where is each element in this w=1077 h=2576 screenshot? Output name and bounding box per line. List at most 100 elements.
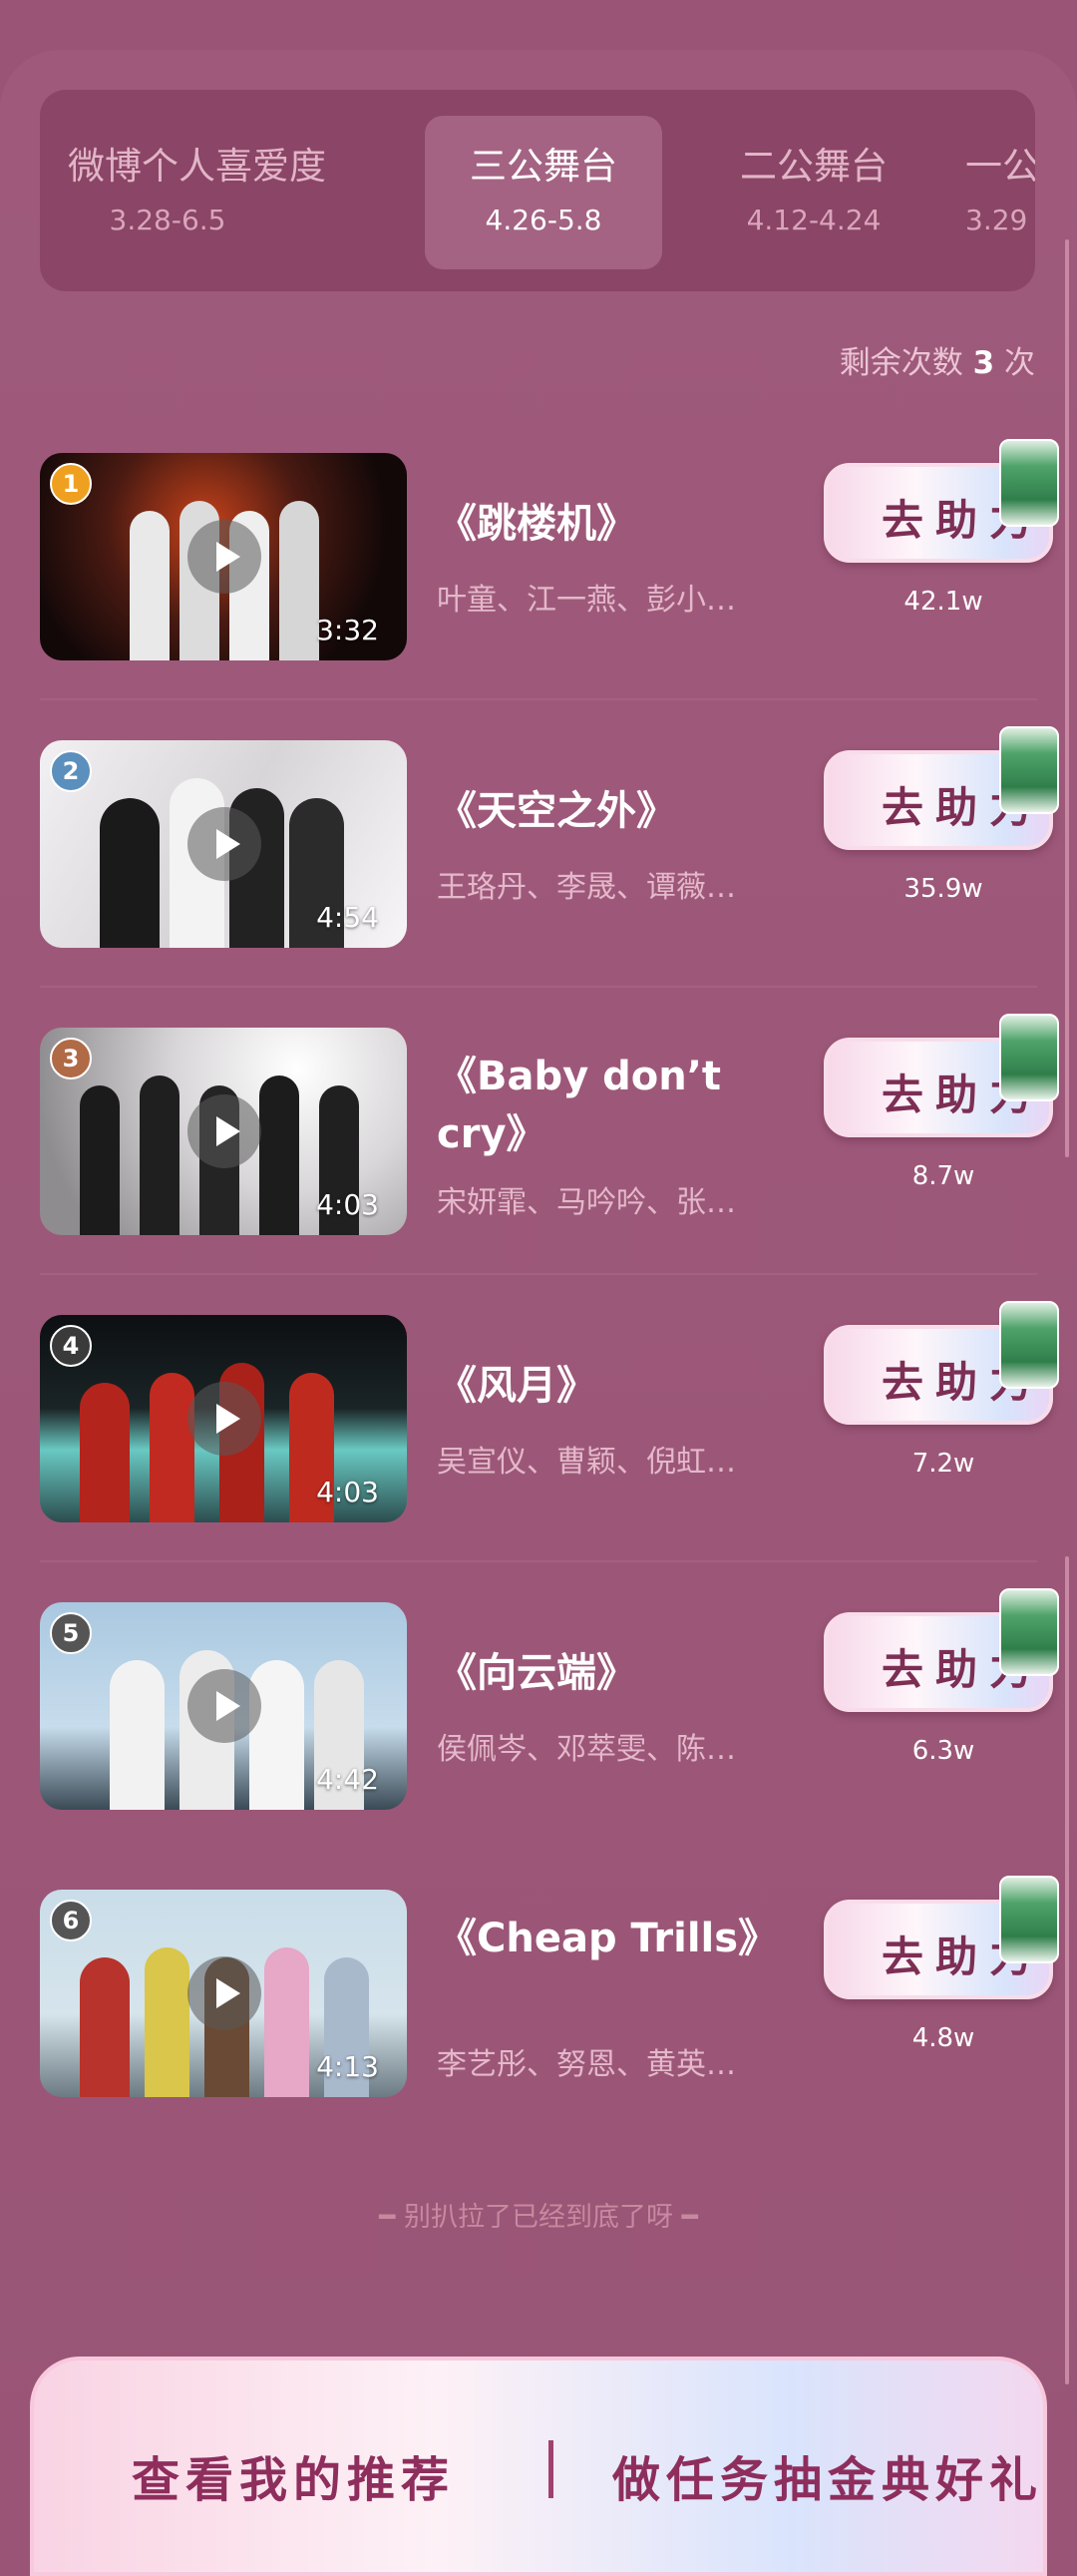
tab-dates: 4.26-5.8 [485, 204, 602, 236]
rank-badge: 5 [50, 1612, 92, 1654]
milk-bottle-icon [999, 1876, 1059, 1963]
performer-figure [80, 1383, 130, 1522]
song-singers: 侯佩岑、邓萃雯、陈… [437, 1732, 736, 1767]
scrollbar-top[interactable] [1065, 239, 1069, 1157]
song-row: 6 4:13 《Cheap Trills》 李艺彤、努恩、黄英… 去助力 4.8… [0, 1870, 1077, 2157]
video-duration: 3:32 [316, 614, 379, 646]
rank-badge: 2 [50, 750, 92, 792]
play-icon[interactable] [187, 807, 261, 881]
vote-count: 35.9w [903, 874, 983, 904]
remaining-count: 3 [972, 345, 995, 381]
song-row: 1 3:32 《跳楼机》 叶童、江一燕、彭小… 去助力 42.1w [0, 433, 1077, 720]
video-thumbnail[interactable]: 4 4:03 [40, 1315, 407, 1522]
remaining-unit: 次 [1004, 345, 1035, 381]
tab-label: 三公舞台 [470, 145, 617, 188]
song-singers: 宋妍霏、马吟吟、张… [437, 1185, 736, 1220]
song-row: 3 4:03 《Baby don’t cry》 宋妍霏、马吟吟、张… 去助力 8… [0, 1008, 1077, 1295]
video-duration: 4:03 [316, 1476, 379, 1508]
row-divider [40, 698, 1037, 700]
performer-figure [80, 1957, 130, 2097]
tab-label: 一公 [965, 145, 1035, 188]
performer-figure [80, 1085, 120, 1235]
bar-separator [548, 2440, 553, 2498]
milk-bottle-icon [999, 1014, 1059, 1101]
tab-dates: 3.29 [965, 204, 1028, 236]
rank-badge: 6 [50, 1900, 92, 1941]
remaining-votes: 剩余次数 3 次 [840, 337, 1035, 382]
milk-bottle-icon [999, 1588, 1059, 1676]
song-row: 2 4:54 《天空之外》 王珞丹、李晟、谭薇… 去助力 35.9w [0, 720, 1077, 1008]
song-title: 《跳楼机》 [437, 501, 636, 547]
tab-weibo-favorite[interactable]: 微博个人喜爱度 3.28-6.5 [68, 116, 326, 269]
tab-third-stage[interactable]: 三公舞台 4.26-5.8 [425, 116, 662, 269]
row-divider [40, 1560, 1037, 1562]
end-of-list-note: ━ 别扒拉了已经到底了呀 ━ [379, 2202, 698, 2233]
tab-label: 二公舞台 [740, 145, 888, 188]
scrollbar-bottom[interactable] [1065, 1556, 1069, 2384]
bottom-action-bar: 查看我的推荐 做任务抽金典好礼 [30, 2357, 1047, 2576]
play-icon[interactable] [187, 1669, 261, 1743]
song-title: 《Baby don’t cry》 [437, 1054, 722, 1157]
video-duration: 4:03 [316, 1188, 379, 1221]
vote-count: 42.1w [903, 587, 983, 617]
song-singers: 李艺彤、努恩、黄英… [437, 2047, 736, 2082]
video-thumbnail[interactable]: 2 4:54 [40, 740, 407, 948]
performer-figure [140, 1075, 180, 1235]
performer-figure [279, 501, 319, 660]
vote-count: 7.2w [911, 1449, 975, 1479]
song-title: 《向云端》 [437, 1650, 636, 1696]
rank-badge: 1 [50, 463, 92, 505]
video-duration: 4:54 [316, 901, 379, 934]
row-divider [40, 1273, 1037, 1275]
performer-figure [264, 1947, 309, 2097]
song-row: 4 4:03 《风月》 吴宣仪、曹颖、倪虹… 去助力 7.2w [0, 1295, 1077, 1582]
song-singers: 叶童、江一燕、彭小… [437, 583, 736, 618]
play-icon[interactable] [187, 1094, 261, 1168]
vote-count: 4.8w [911, 2023, 975, 2053]
tasks-lottery-button[interactable]: 做任务抽金典好礼 [612, 2440, 1043, 2510]
help-vote-button[interactable]: 去助力 [824, 1876, 1059, 1999]
song-singers: 吴宣仪、曹颖、倪虹… [437, 1445, 736, 1480]
tab-dates: 4.12-4.24 [746, 204, 882, 236]
song-title: 《天空之外》 [437, 788, 676, 834]
row-divider [40, 986, 1037, 988]
performer-figure [145, 1947, 189, 2097]
rank-badge: 4 [50, 1325, 92, 1367]
help-vote-button[interactable]: 去助力 [824, 1301, 1059, 1425]
tab-dates: 3.28-6.5 [109, 204, 226, 236]
performer-figure [110, 1660, 165, 1810]
video-duration: 4:13 [316, 2050, 379, 2083]
stage-tab-bar: 微博个人喜爱度 3.28-6.5 三公舞台 4.26-5.8 二公舞台 4.12… [40, 90, 1035, 291]
milk-bottle-icon [999, 439, 1059, 527]
vote-count: 8.7w [911, 1161, 975, 1191]
video-thumbnail[interactable]: 1 3:32 [40, 453, 407, 660]
tab-first-stage[interactable]: 一公 3.29 [965, 116, 1035, 269]
performer-figure [249, 1660, 304, 1810]
performer-figure [150, 1373, 194, 1522]
performer-figure [130, 511, 170, 660]
tab-label: 微博个人喜爱度 [68, 145, 326, 188]
video-thumbnail[interactable]: 3 4:03 [40, 1028, 407, 1235]
song-singers: 王珞丹、李晟、谭薇… [437, 870, 736, 905]
video-duration: 4:42 [316, 1763, 379, 1796]
milk-bottle-icon [999, 726, 1059, 814]
help-vote-button[interactable]: 去助力 [824, 439, 1059, 563]
view-my-recommendations-button[interactable]: 查看我的推荐 [132, 2440, 455, 2510]
song-title: 《风月》 [437, 1363, 596, 1409]
play-icon[interactable] [187, 1956, 261, 2030]
performer-figure [259, 1075, 299, 1235]
tab-second-stage[interactable]: 二公舞台 4.12-4.24 [694, 116, 933, 269]
help-vote-button[interactable]: 去助力 [824, 1014, 1059, 1137]
play-icon[interactable] [187, 1382, 261, 1456]
play-icon[interactable] [187, 520, 261, 594]
help-vote-button[interactable]: 去助力 [824, 1588, 1059, 1712]
performer-figure [100, 798, 160, 948]
vote-count: 6.3w [911, 1736, 975, 1766]
rank-badge: 3 [50, 1038, 92, 1079]
video-thumbnail[interactable]: 6 4:13 [40, 1890, 407, 2097]
song-row: 5 4:42 《向云端》 侯佩岑、邓萃雯、陈… 去助力 6.3w [0, 1582, 1077, 1870]
video-thumbnail[interactable]: 5 4:42 [40, 1602, 407, 1810]
remaining-label: 剩余次数 [839, 345, 963, 381]
help-vote-button[interactable]: 去助力 [824, 726, 1059, 850]
milk-bottle-icon [999, 1301, 1059, 1389]
